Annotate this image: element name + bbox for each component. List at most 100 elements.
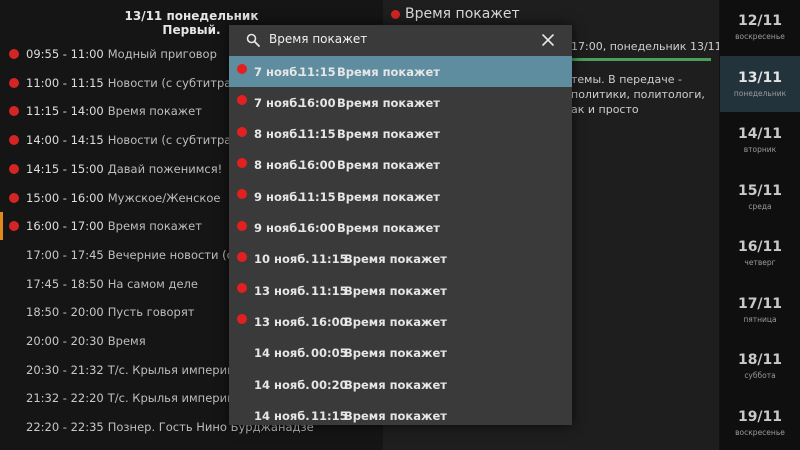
date-weekday: среда <box>748 201 772 211</box>
record-dot-icon <box>237 126 247 137</box>
search-icon <box>246 33 260 47</box>
result-title: Время покажет <box>337 158 440 173</box>
date-weekday: пятница <box>743 314 777 324</box>
result-time: 16:00 <box>299 95 336 110</box>
date-item[interactable]: 12/11 воскресенье <box>720 0 800 55</box>
date-weekday: понедельник <box>733 88 787 98</box>
date-number: 12/11 <box>737 13 783 29</box>
date-number: 16/11 <box>737 239 783 255</box>
result-title: Время покажет <box>344 252 447 267</box>
result-time: 16:00 <box>311 314 348 329</box>
program-title: Модный приговор <box>107 47 217 61</box>
program-time: 14:15 - 15:00 <box>26 161 104 176</box>
program-title: Время покажет <box>107 104 202 119</box>
record-dot-icon <box>237 283 247 294</box>
result-title: Время покажет <box>344 377 447 392</box>
result-date: 13 нояб. <box>254 283 310 298</box>
search-result-item[interactable]: 8 нояб. 11:15 Время покажет <box>229 119 572 150</box>
program-time: 14:00 - 14:15 <box>26 133 104 148</box>
result-title: Время покажет <box>337 127 440 142</box>
program-time: 17:45 - 18:50 <box>26 276 104 291</box>
program-time: 11:15 - 14:00 <box>26 104 104 119</box>
date-weekday: суббота <box>744 371 776 380</box>
result-date: 14 нояб. <box>254 377 310 392</box>
search-result-item[interactable]: 8 нояб. 16:00 Время покажет <box>229 150 572 181</box>
record-dot-icon <box>391 9 400 19</box>
record-dot-icon <box>9 49 19 59</box>
date-item[interactable]: 17/11 пятница <box>720 282 800 338</box>
result-date: 9 нояб. <box>254 189 302 204</box>
search-result-item[interactable]: 13 нояб. 16:00 Время покажет <box>229 306 572 337</box>
program-title: Давай поженимся! <box>107 161 223 176</box>
result-date: 8 нояб. <box>254 158 302 173</box>
search-input[interactable]: Время покажет <box>269 32 367 46</box>
search-dialog: Время покажет 7 нояб. 11:15 Время покажет 7… <box>229 25 572 425</box>
record-dot-icon <box>9 77 19 88</box>
result-time: 16:00 <box>299 158 336 173</box>
date-item[interactable]: 14/11 вторник <box>720 112 800 168</box>
result-title: Время покажет <box>337 64 440 79</box>
result-title: Время покажет <box>344 283 447 298</box>
result-title: Время покажет <box>337 95 440 110</box>
details-description: темы. В передаче - политики, политологи,… <box>571 73 705 116</box>
program-title: Время покажет <box>107 219 202 234</box>
result-title: Время покажет <box>337 221 440 235</box>
date-item[interactable]: 16/11 четверг <box>720 225 800 281</box>
search-result-item[interactable]: 14 нояб. 11:15 Время покажет <box>229 400 572 425</box>
search-result-item[interactable]: 9 нояб. 16:00 Время покажет <box>229 213 572 244</box>
details-time: 17:00, понедельник 13/11 <box>571 40 719 53</box>
record-dot-icon <box>9 163 19 174</box>
program-title: Время <box>107 334 146 348</box>
date-number: 15/11 <box>737 182 783 199</box>
result-date: 14 нояб. <box>254 346 310 361</box>
record-dot-icon <box>237 220 247 231</box>
result-date: 7 нояб. <box>254 95 302 110</box>
result-date: 9 нояб. <box>254 221 302 235</box>
date-selector: 12/11 воскресенье 13/11 понедельник 14/11 вто… <box>720 0 800 450</box>
program-time: 20:00 - 20:30 <box>26 334 104 348</box>
program-time: 21:32 - 22:20 <box>26 391 104 406</box>
date-number: 17/11 <box>737 295 783 312</box>
program-time: 15:00 - 16:00 <box>26 190 104 205</box>
header-date: 13/11 понедельник <box>124 9 259 23</box>
date-number: 19/11 <box>737 408 783 425</box>
result-time: 00:05 <box>311 346 348 361</box>
result-date: 13 нояб. <box>254 314 310 329</box>
result-title: Время покажет <box>337 189 440 204</box>
search-result-item[interactable]: 10 нояб. 11:15 Время покажет <box>229 244 572 275</box>
search-result-item[interactable]: 14 нояб. 00:20 Время покажет <box>229 369 572 400</box>
close-icon[interactable] <box>541 33 555 47</box>
program-time: 16:00 - 17:00 <box>26 219 104 234</box>
program-title: Мужское/Женское <box>107 190 221 205</box>
program-time: 18:50 - 20:00 <box>26 305 104 320</box>
search-result-item[interactable]: 9 нояб. 11:15 Время покажет <box>229 181 572 212</box>
program-title: На самом деле <box>107 276 198 291</box>
date-weekday: вторник <box>743 145 777 154</box>
record-dot-icon <box>237 314 247 325</box>
result-time: 11:15 <box>299 64 336 79</box>
record-dot-icon <box>237 64 247 74</box>
date-item[interactable]: 19/11 воскресенье <box>720 395 800 450</box>
result-date: 14 нояб. <box>254 408 310 423</box>
record-dot-icon <box>9 192 19 203</box>
record-dot-icon <box>237 157 247 168</box>
date-number: 14/11 <box>737 126 783 142</box>
search-result-item[interactable]: 7 нояб. 11:15 Время покажет <box>229 56 572 87</box>
result-time: 11:15 <box>311 283 348 298</box>
date-item[interactable]: 18/11 суббота <box>720 338 800 394</box>
record-dot-icon <box>237 95 247 106</box>
search-result-item[interactable]: 13 нояб. 11:15 Время покажет <box>229 275 572 306</box>
result-title: Время покажет <box>344 408 447 423</box>
search-bar[interactable]: Время покажет <box>229 25 572 59</box>
result-time: 11:15 <box>311 408 348 423</box>
details-title-text: Время покажет <box>405 6 520 22</box>
date-item[interactable]: 13/11 понедельник <box>720 55 800 112</box>
date-item[interactable]: 15/11 среда <box>720 169 800 225</box>
search-result-item[interactable]: 14 нояб. 00:05 Время покажет <box>229 338 572 369</box>
result-time: 16:00 <box>299 221 336 235</box>
result-title: Время покажет <box>344 314 447 329</box>
result-title: Время покажет <box>344 346 447 361</box>
program-time: 22:20 - 22:35 <box>26 420 104 435</box>
search-result-item[interactable]: 7 нояб. 16:00 Время покажет <box>229 87 572 118</box>
record-dot-icon <box>237 251 247 262</box>
